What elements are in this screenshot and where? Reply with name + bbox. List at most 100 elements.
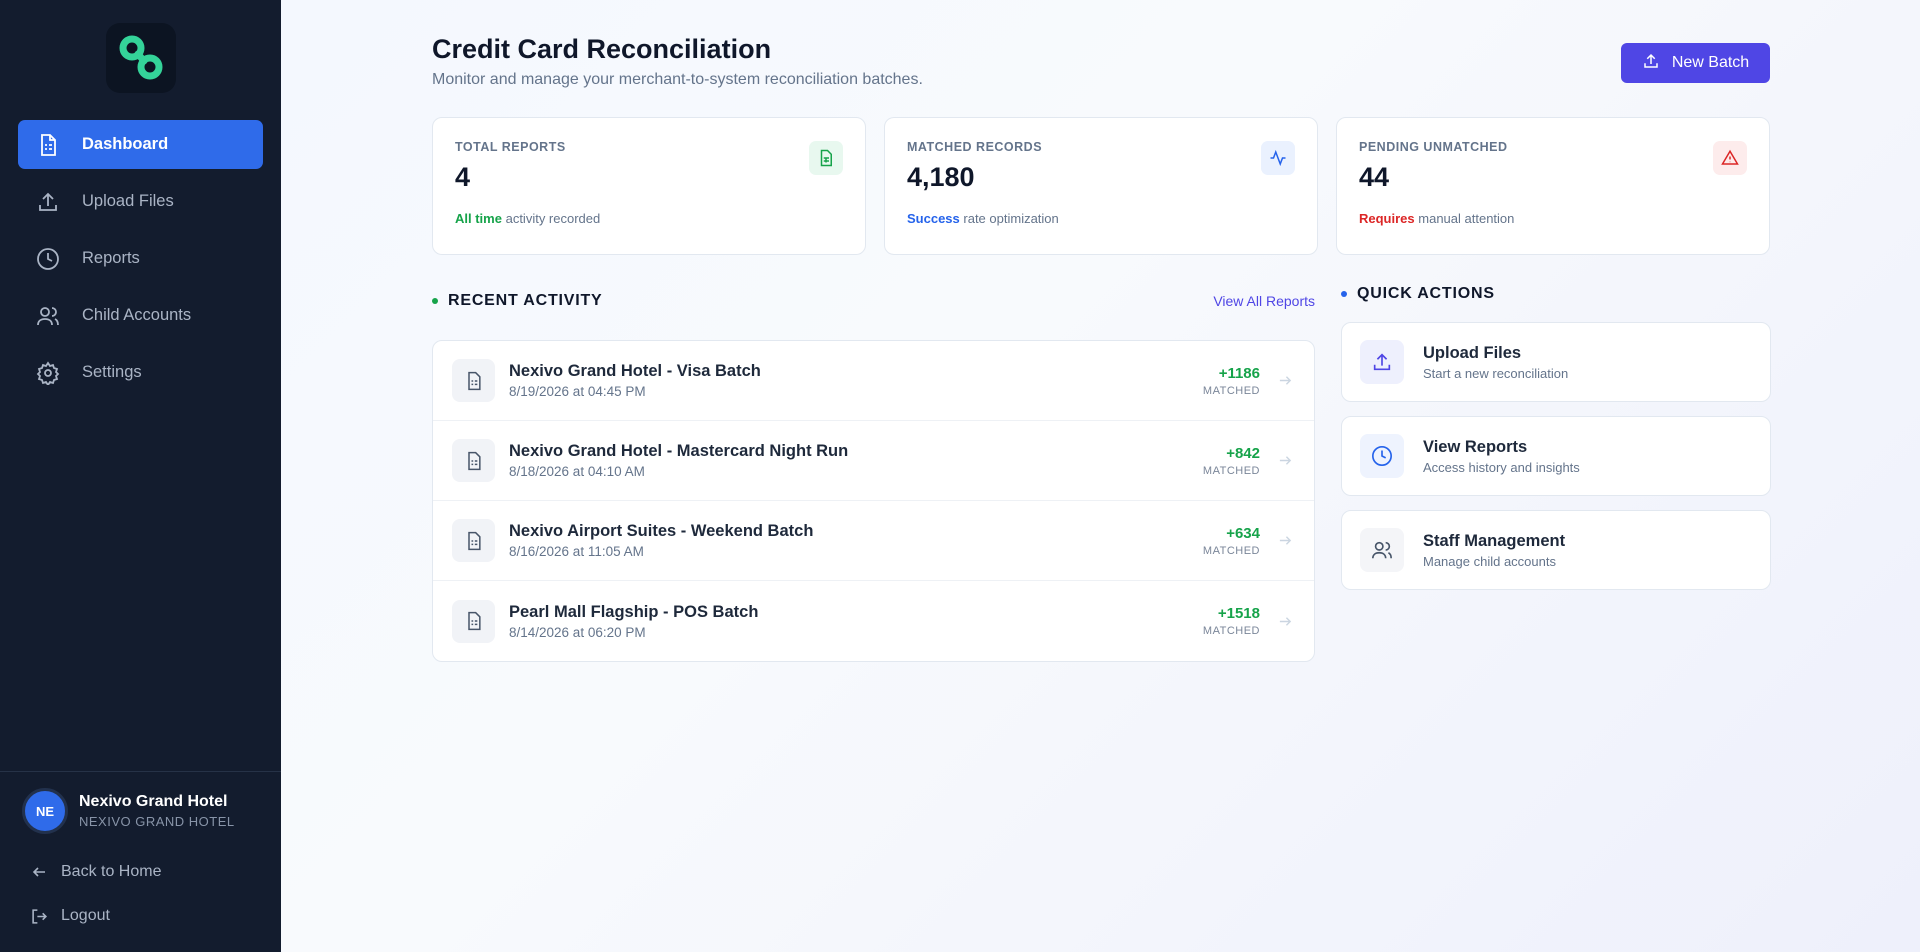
batch-title: Pearl Mall Flagship - POS Batch — [509, 602, 759, 621]
quick-action-staff-management[interactable]: Staff Management Manage child accounts — [1341, 510, 1771, 590]
status-dot — [432, 298, 438, 304]
logout-link[interactable]: Logout — [22, 894, 259, 938]
clock-icon — [1360, 434, 1404, 478]
new-batch-button[interactable]: New Batch — [1621, 43, 1770, 83]
gear-icon — [35, 360, 61, 386]
page-title: Credit Card Reconciliation — [432, 34, 772, 64]
recent-activity-title: RECENT ACTIVITY — [432, 292, 603, 310]
activity-icon — [1261, 141, 1295, 175]
new-batch-label: New Batch — [1671, 54, 1750, 71]
stat-card-matched-records: MATCHED RECORDS 4,180 Success rate optim… — [884, 117, 1318, 255]
recent-activity-header: RECENT ACTIVITY View All Reports — [432, 292, 1315, 310]
stat-label: TOTAL REPORTS — [455, 140, 566, 154]
quick-actions-title: QUICK ACTIONS — [1341, 285, 1495, 303]
recent-activity-list: Nexivo Grand Hotel - Visa Batch 8/19/202… — [432, 340, 1315, 662]
clock-icon — [35, 246, 61, 272]
logo-icon — [119, 35, 162, 80]
sidebar-item-upload-files[interactable]: Upload Files — [18, 177, 263, 226]
list-item[interactable]: Nexivo Grand Hotel - Mastercard Night Ru… — [433, 421, 1314, 501]
stat-note-strong: All time — [455, 211, 502, 226]
sidebar-item-dashboard[interactable]: Dashboard — [18, 120, 263, 169]
batch-date: 8/14/2026 at 06:20 PM — [509, 624, 646, 640]
stat-value: 4 — [455, 162, 471, 192]
main-content: Credit Card Reconciliation Monitor and m… — [281, 0, 1920, 952]
arrow-right-icon — [1278, 614, 1294, 629]
users-icon — [35, 303, 61, 329]
section-title: RECENT ACTIVITY — [448, 292, 603, 309]
quick-action-view-reports[interactable]: View Reports Access history and insights — [1341, 416, 1771, 496]
quick-action-title: Staff Management — [1423, 531, 1566, 550]
view-all-reports-link[interactable]: View All Reports — [1213, 293, 1315, 309]
list-item[interactable]: Nexivo Grand Hotel - Visa Batch 8/19/202… — [433, 341, 1314, 421]
list-item[interactable]: Pearl Mall Flagship - POS Batch 8/14/202… — [433, 581, 1314, 661]
sidebar-item-settings[interactable]: Settings — [18, 348, 263, 397]
quick-action-subtitle: Access history and insights — [1423, 459, 1580, 475]
stat-note-strong: Requires — [1359, 211, 1415, 226]
stat-note-text: rate optimization — [963, 211, 1059, 226]
stat-note: Success rate optimization — [907, 211, 1295, 226]
back-to-home-link[interactable]: Back to Home — [22, 850, 259, 894]
sidebar-item-reports[interactable]: Reports — [18, 234, 263, 283]
batch-title: Nexivo Grand Hotel - Mastercard Night Ru… — [509, 442, 849, 460]
stat-label: MATCHED RECORDS — [907, 140, 1043, 154]
user-name: Nexivo Grand Hotel — [79, 793, 228, 810]
user-org: NEXIVO GRAND HOTEL — [79, 814, 235, 829]
sidebar-nav: Dashboard Upload Files Reports Child Acc… — [0, 120, 281, 401]
logout-icon — [31, 908, 49, 925]
batch-date: 8/16/2026 at 11:05 AM — [509, 544, 644, 559]
stat-note: Requires manual attention — [1359, 211, 1747, 226]
quick-action-subtitle: Manage child accounts — [1423, 553, 1556, 569]
matched-count: +842 — [1226, 444, 1260, 462]
stat-note: All time activity recorded — [455, 211, 843, 226]
document-icon — [452, 439, 495, 482]
arrow-right-icon — [1278, 453, 1294, 468]
quick-action-title: Upload Files — [1423, 343, 1522, 362]
status-badge: MATCHED — [1202, 544, 1260, 557]
quick-actions-list: Upload Files Start a new reconciliation … — [1341, 322, 1771, 590]
stat-card-total-reports: TOTAL REPORTS 4 All time activity record… — [432, 117, 866, 255]
status-badge: MATCHED — [1202, 384, 1260, 397]
upload-icon — [1642, 52, 1660, 75]
document-icon — [452, 599, 495, 643]
users-icon — [1360, 528, 1404, 572]
sidebar-item-label: Settings — [82, 363, 142, 381]
sidebar-item-label: Reports — [82, 249, 140, 267]
status-badge: MATCHED — [1202, 464, 1260, 477]
batch-date: 8/18/2026 at 04:10 AM — [509, 464, 645, 479]
stat-value: 4,180 — [907, 162, 975, 192]
warning-icon — [1713, 141, 1747, 175]
upload-icon — [35, 189, 61, 215]
stat-note-text: activity recorded — [505, 211, 601, 226]
matched-count: +1518 — [1217, 605, 1260, 622]
logout-label: Logout — [61, 907, 110, 924]
quick-action-subtitle: Start a new reconciliation — [1423, 365, 1569, 381]
section-title: QUICK ACTIONS — [1357, 285, 1495, 302]
quick-action-title: View Reports — [1423, 437, 1528, 456]
sidebar-item-child-accounts[interactable]: Child Accounts — [18, 291, 263, 340]
upload-icon — [1360, 340, 1404, 384]
arrow-right-icon — [1278, 533, 1294, 548]
arrow-right-icon — [1278, 373, 1294, 388]
stat-note-strong: Success — [907, 211, 960, 226]
document-icon — [452, 519, 495, 562]
batch-title: Nexivo Airport Suites - Weekend Batch — [509, 522, 814, 540]
sidebar-item-label: Child Accounts — [82, 306, 192, 324]
sidebar-footer: NE Nexivo Grand Hotel NEXIVO GRAND HOTEL… — [0, 771, 281, 952]
list-item[interactable]: Nexivo Airport Suites - Weekend Batch 8/… — [433, 501, 1314, 581]
page-subtitle: Monitor and manage your merchant-to-syst… — [432, 71, 923, 88]
batch-date: 8/19/2026 at 04:45 PM — [509, 384, 646, 399]
app-logo[interactable] — [105, 23, 176, 93]
document-icon — [35, 132, 61, 158]
sidebar-item-label: Dashboard — [82, 135, 169, 153]
status-badge: MATCHED — [1202, 625, 1260, 637]
sidebar: Dashboard Upload Files Reports Child Acc… — [0, 0, 281, 952]
avatar: NE — [22, 788, 68, 834]
user-profile[interactable]: NE Nexivo Grand Hotel NEXIVO GRAND HOTEL — [22, 788, 259, 834]
quick-action-upload-files[interactable]: Upload Files Start a new reconciliation — [1341, 322, 1771, 402]
stats-row: TOTAL REPORTS 4 All time activity record… — [432, 117, 1770, 255]
batch-title: Nexivo Grand Hotel - Visa Batch — [509, 362, 761, 380]
matched-count: +1186 — [1218, 364, 1260, 382]
document-icon — [452, 359, 495, 402]
spreadsheet-icon — [809, 141, 843, 175]
stat-value: 44 — [1359, 162, 1390, 192]
